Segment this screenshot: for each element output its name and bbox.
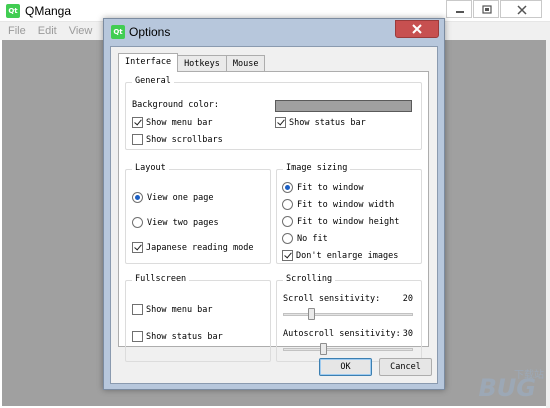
autoscroll-sensitivity-slider[interactable] xyxy=(283,343,413,355)
scroll-sensitivity-slider[interactable] xyxy=(283,308,413,320)
slider-handle[interactable] xyxy=(308,308,315,320)
minimize-button[interactable] xyxy=(446,0,472,18)
radio-label: Fit to window height xyxy=(297,216,400,227)
radio-button[interactable] xyxy=(282,182,293,193)
background-color-row: Background color: xyxy=(132,100,219,110)
radio-button[interactable] xyxy=(132,217,143,228)
radio-button[interactable] xyxy=(282,199,293,210)
checkbox-label: Japanese reading mode xyxy=(146,242,254,253)
layout-group: Layout View one page View two pages Japa… xyxy=(125,163,271,264)
general-show-menu-bar[interactable]: Show menu bar xyxy=(132,117,213,128)
slider-track xyxy=(283,348,413,351)
restore-icon xyxy=(482,5,492,14)
restore-button[interactable] xyxy=(473,0,499,18)
background-color-swatch[interactable] xyxy=(275,100,412,112)
dialog-close-button[interactable] xyxy=(395,20,439,38)
dialog-titlebar[interactable]: Qt Options xyxy=(104,19,444,45)
autoscroll-sensitivity-label: Autoscroll sensitivity: xyxy=(283,329,401,339)
scroll-sensitivity-label: Scroll sensitivity: xyxy=(283,294,381,304)
checkbox-label: Don't enlarge images xyxy=(296,250,399,261)
fullscreen-group: Fullscreen Show menu bar Show status bar xyxy=(125,274,271,362)
tab-mouse[interactable]: Mouse xyxy=(225,55,266,72)
slider-track xyxy=(283,313,413,316)
window-border xyxy=(546,22,550,408)
checkbox[interactable] xyxy=(282,250,293,261)
radio-button[interactable] xyxy=(282,233,293,244)
fullscreen-show-status-bar[interactable]: Show status bar xyxy=(132,331,223,342)
options-dialog: Qt Options Interface Hotkeys Mouse Gener… xyxy=(103,18,445,390)
fit-to-window-option[interactable]: Fit to window xyxy=(282,182,364,193)
autoscroll-sensitivity-value: 30 xyxy=(402,329,413,339)
checkbox[interactable] xyxy=(132,134,143,145)
scrolling-group-title: Scrolling xyxy=(283,274,336,284)
close-icon xyxy=(517,5,527,15)
radio-button[interactable] xyxy=(282,216,293,227)
checkbox[interactable] xyxy=(275,117,286,128)
general-show-scrollbars[interactable]: Show scrollbars xyxy=(132,134,223,145)
general-group: General Background color: Show menu bar … xyxy=(125,76,422,150)
scrolling-group: Scrolling Scroll sensitivity: 20 Autoscr… xyxy=(276,274,422,362)
qt-dialog-icon: Qt xyxy=(111,25,125,39)
radio-label: View two pages xyxy=(147,217,219,228)
checkbox[interactable] xyxy=(132,331,143,342)
checkbox-label: Show menu bar xyxy=(146,117,213,128)
minimize-icon xyxy=(456,11,464,13)
background-color-label: Background color: xyxy=(132,100,219,110)
image-sizing-group: Image sizing Fit to window Fit to window… xyxy=(276,163,422,264)
radio-label: No fit xyxy=(297,233,328,244)
dont-enlarge-images-option[interactable]: Don't enlarge images xyxy=(282,250,398,261)
radio-label: View one page xyxy=(147,192,214,203)
fit-to-window-width-option[interactable]: Fit to window width xyxy=(282,199,394,210)
cancel-button[interactable]: Cancel xyxy=(379,358,432,376)
fullscreen-group-title: Fullscreen xyxy=(132,274,190,284)
dialog-client: Interface Hotkeys Mouse General Backgrou… xyxy=(110,46,438,384)
checkbox[interactable] xyxy=(132,117,143,128)
ok-button[interactable]: OK xyxy=(319,358,372,376)
radio-label: Fit to window xyxy=(297,182,364,193)
checkbox[interactable] xyxy=(132,242,143,253)
japanese-reading-mode-option[interactable]: Japanese reading mode xyxy=(132,242,253,253)
menu-view[interactable]: View xyxy=(69,25,93,37)
layout-group-title: Layout xyxy=(132,163,169,173)
view-one-page-option[interactable]: View one page xyxy=(132,192,214,203)
image-sizing-group-title: Image sizing xyxy=(283,163,351,173)
general-show-status-bar[interactable]: Show status bar xyxy=(275,117,366,128)
radio-label: Fit to window width xyxy=(297,199,395,210)
slider-handle[interactable] xyxy=(320,343,327,355)
fullscreen-show-menu-bar[interactable]: Show menu bar xyxy=(132,304,213,315)
scroll-sensitivity-value: 20 xyxy=(402,294,413,304)
tab-interface[interactable]: Interface xyxy=(118,53,179,72)
no-fit-option[interactable]: No fit xyxy=(282,233,328,244)
tab-hotkeys[interactable]: Hotkeys xyxy=(177,55,227,72)
tab-bar: Interface Hotkeys Mouse xyxy=(118,53,266,72)
menu-file[interactable]: File xyxy=(8,25,26,37)
view-two-pages-option[interactable]: View two pages xyxy=(132,217,219,228)
window-title: QManga xyxy=(25,4,72,18)
dialog-title: Options xyxy=(129,25,171,39)
radio-button[interactable] xyxy=(132,192,143,203)
qt-app-icon: Qt xyxy=(6,4,20,18)
interface-panel: General Background color: Show menu bar … xyxy=(118,71,429,362)
checkbox[interactable] xyxy=(132,304,143,315)
fit-to-window-height-option[interactable]: Fit to window height xyxy=(282,216,399,227)
checkbox-label: Show status bar xyxy=(146,331,223,342)
checkbox-label: Show menu bar xyxy=(146,304,213,315)
checkbox-label: Show status bar xyxy=(289,117,366,128)
general-group-title: General xyxy=(132,76,174,86)
menu-edit[interactable]: Edit xyxy=(38,25,57,37)
close-icon xyxy=(412,24,422,34)
window-controls xyxy=(445,0,542,18)
close-button[interactable] xyxy=(500,0,542,18)
checkbox-label: Show scrollbars xyxy=(146,134,223,145)
